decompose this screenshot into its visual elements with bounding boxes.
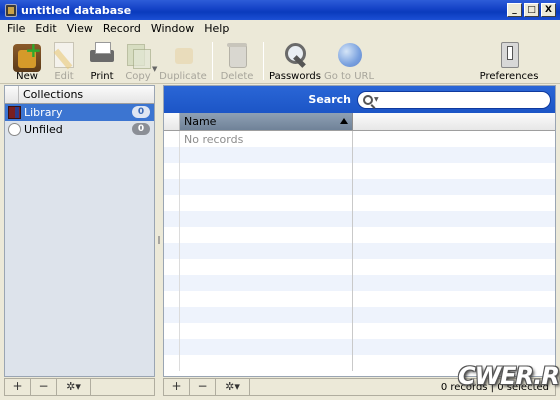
- search-options-chevron-icon[interactable]: ▼: [374, 96, 379, 103]
- table-row: [164, 259, 555, 275]
- search-input[interactable]: [382, 93, 533, 106]
- column-header-name[interactable]: Name: [180, 113, 353, 130]
- pane-splitter[interactable]: ‖: [155, 85, 163, 377]
- records-pane: Search ▼ Name No records: [163, 85, 556, 377]
- light-switch-icon: [495, 40, 523, 68]
- count-badge: 0: [132, 123, 150, 135]
- globe-icon: [335, 40, 363, 68]
- menu-view[interactable]: View: [62, 22, 98, 35]
- count-badge: 0: [132, 106, 150, 118]
- menu-file[interactable]: File: [0, 22, 30, 35]
- menu-edit[interactable]: Edit: [30, 22, 61, 35]
- pencil-icon: [50, 40, 78, 68]
- print-label: Print: [90, 71, 114, 82]
- search-icon[interactable]: [363, 94, 373, 105]
- sort-ascending-icon: [340, 118, 348, 124]
- app-icon[interactable]: [5, 3, 17, 17]
- collections-bottom-bar: + − ✲▾: [4, 378, 155, 396]
- column-header-empty[interactable]: [353, 113, 555, 130]
- magnifier-key-icon: [281, 40, 309, 68]
- table-row: [164, 339, 555, 355]
- collection-label: Library: [24, 106, 63, 119]
- header-corner: [164, 113, 180, 130]
- go-to-url-label: Go to URL: [323, 71, 375, 82]
- trash-icon: [223, 40, 251, 68]
- table-row: [164, 195, 555, 211]
- table-row: [164, 307, 555, 323]
- copy-label: Copy: [125, 71, 151, 82]
- toolbar: New Edit Print Copy ▼ Duplicate Delete P…: [0, 36, 560, 84]
- passwords-button[interactable]: Passwords: [269, 40, 321, 82]
- splitter-grip-icon[interactable]: ‖: [157, 235, 161, 244]
- edit-label: Edit: [54, 71, 74, 82]
- search-field[interactable]: ▼: [357, 90, 551, 109]
- collection-actions-gear-icon[interactable]: ✲▾: [57, 379, 91, 395]
- unfiled-icon: [8, 123, 21, 136]
- record-actions-gear-icon[interactable]: ✲▾: [216, 379, 250, 395]
- collections-pane: Collections Library 0 Unfiled 0: [4, 85, 155, 377]
- watermark-logo: CWER.RU: [440, 354, 560, 398]
- preferences-button[interactable]: Preferences: [480, 40, 538, 82]
- search-label: Search: [308, 93, 351, 106]
- menu-window[interactable]: Window: [146, 22, 199, 35]
- window-title: untitled database: [21, 3, 132, 17]
- new-label: New: [16, 71, 38, 82]
- window-controls: _ □ X: [507, 3, 556, 17]
- table-row: [164, 227, 555, 243]
- maximize-button[interactable]: □: [524, 3, 539, 17]
- passwords-label: Passwords: [269, 71, 321, 82]
- copy-menu-chevron-icon[interactable]: ▼: [152, 65, 157, 73]
- table-row: [164, 323, 555, 339]
- collection-unfiled[interactable]: Unfiled 0: [5, 121, 154, 138]
- go-to-url-button[interactable]: Go to URL: [324, 40, 374, 82]
- library-icon: [8, 106, 21, 119]
- copy-button[interactable]: Copy: [113, 40, 163, 82]
- menu-help[interactable]: Help: [199, 22, 234, 35]
- new-record-icon: [13, 38, 42, 72]
- collection-library[interactable]: Library 0: [5, 104, 154, 121]
- add-collection-button[interactable]: +: [5, 379, 31, 395]
- collection-label: Unfiled: [24, 123, 63, 136]
- preferences-label: Preferences: [479, 71, 539, 82]
- collections-header-label: Collections: [23, 88, 84, 101]
- remove-record-button[interactable]: −: [190, 379, 216, 395]
- collections-header[interactable]: Collections: [5, 86, 154, 104]
- table-row: [164, 275, 555, 291]
- duplicate-button[interactable]: Duplicate: [158, 40, 208, 82]
- remove-collection-button[interactable]: −: [31, 379, 57, 395]
- watermark-text: CWER.RU: [458, 362, 560, 390]
- table-row: [164, 211, 555, 227]
- table-row: [164, 291, 555, 307]
- column-name-label: Name: [184, 115, 217, 128]
- copy-icon: [124, 40, 152, 69]
- toolbar-separator: [263, 42, 264, 80]
- menu-bar: File Edit View Record Window Help: [0, 20, 560, 36]
- header-corner: [5, 86, 19, 103]
- printer-icon: [88, 40, 116, 68]
- table-row: [164, 243, 555, 259]
- table-row: [164, 179, 555, 195]
- records-table[interactable]: No records: [164, 131, 555, 371]
- add-record-button[interactable]: +: [164, 379, 190, 395]
- minimize-button[interactable]: _: [507, 3, 522, 17]
- close-button[interactable]: X: [541, 3, 556, 17]
- search-bar: Search ▼: [164, 86, 555, 113]
- empty-state-text: No records: [184, 133, 244, 146]
- delete-button[interactable]: Delete: [212, 40, 262, 82]
- duplicate-label: Duplicate: [159, 71, 207, 82]
- delete-label: Delete: [220, 71, 254, 82]
- table-header: Name: [164, 113, 555, 131]
- title-bar: untitled database _ □ X: [0, 0, 560, 20]
- table-row: [164, 163, 555, 179]
- duplicate-icon: [169, 40, 197, 68]
- table-row: [164, 147, 555, 163]
- menu-record[interactable]: Record: [98, 22, 146, 35]
